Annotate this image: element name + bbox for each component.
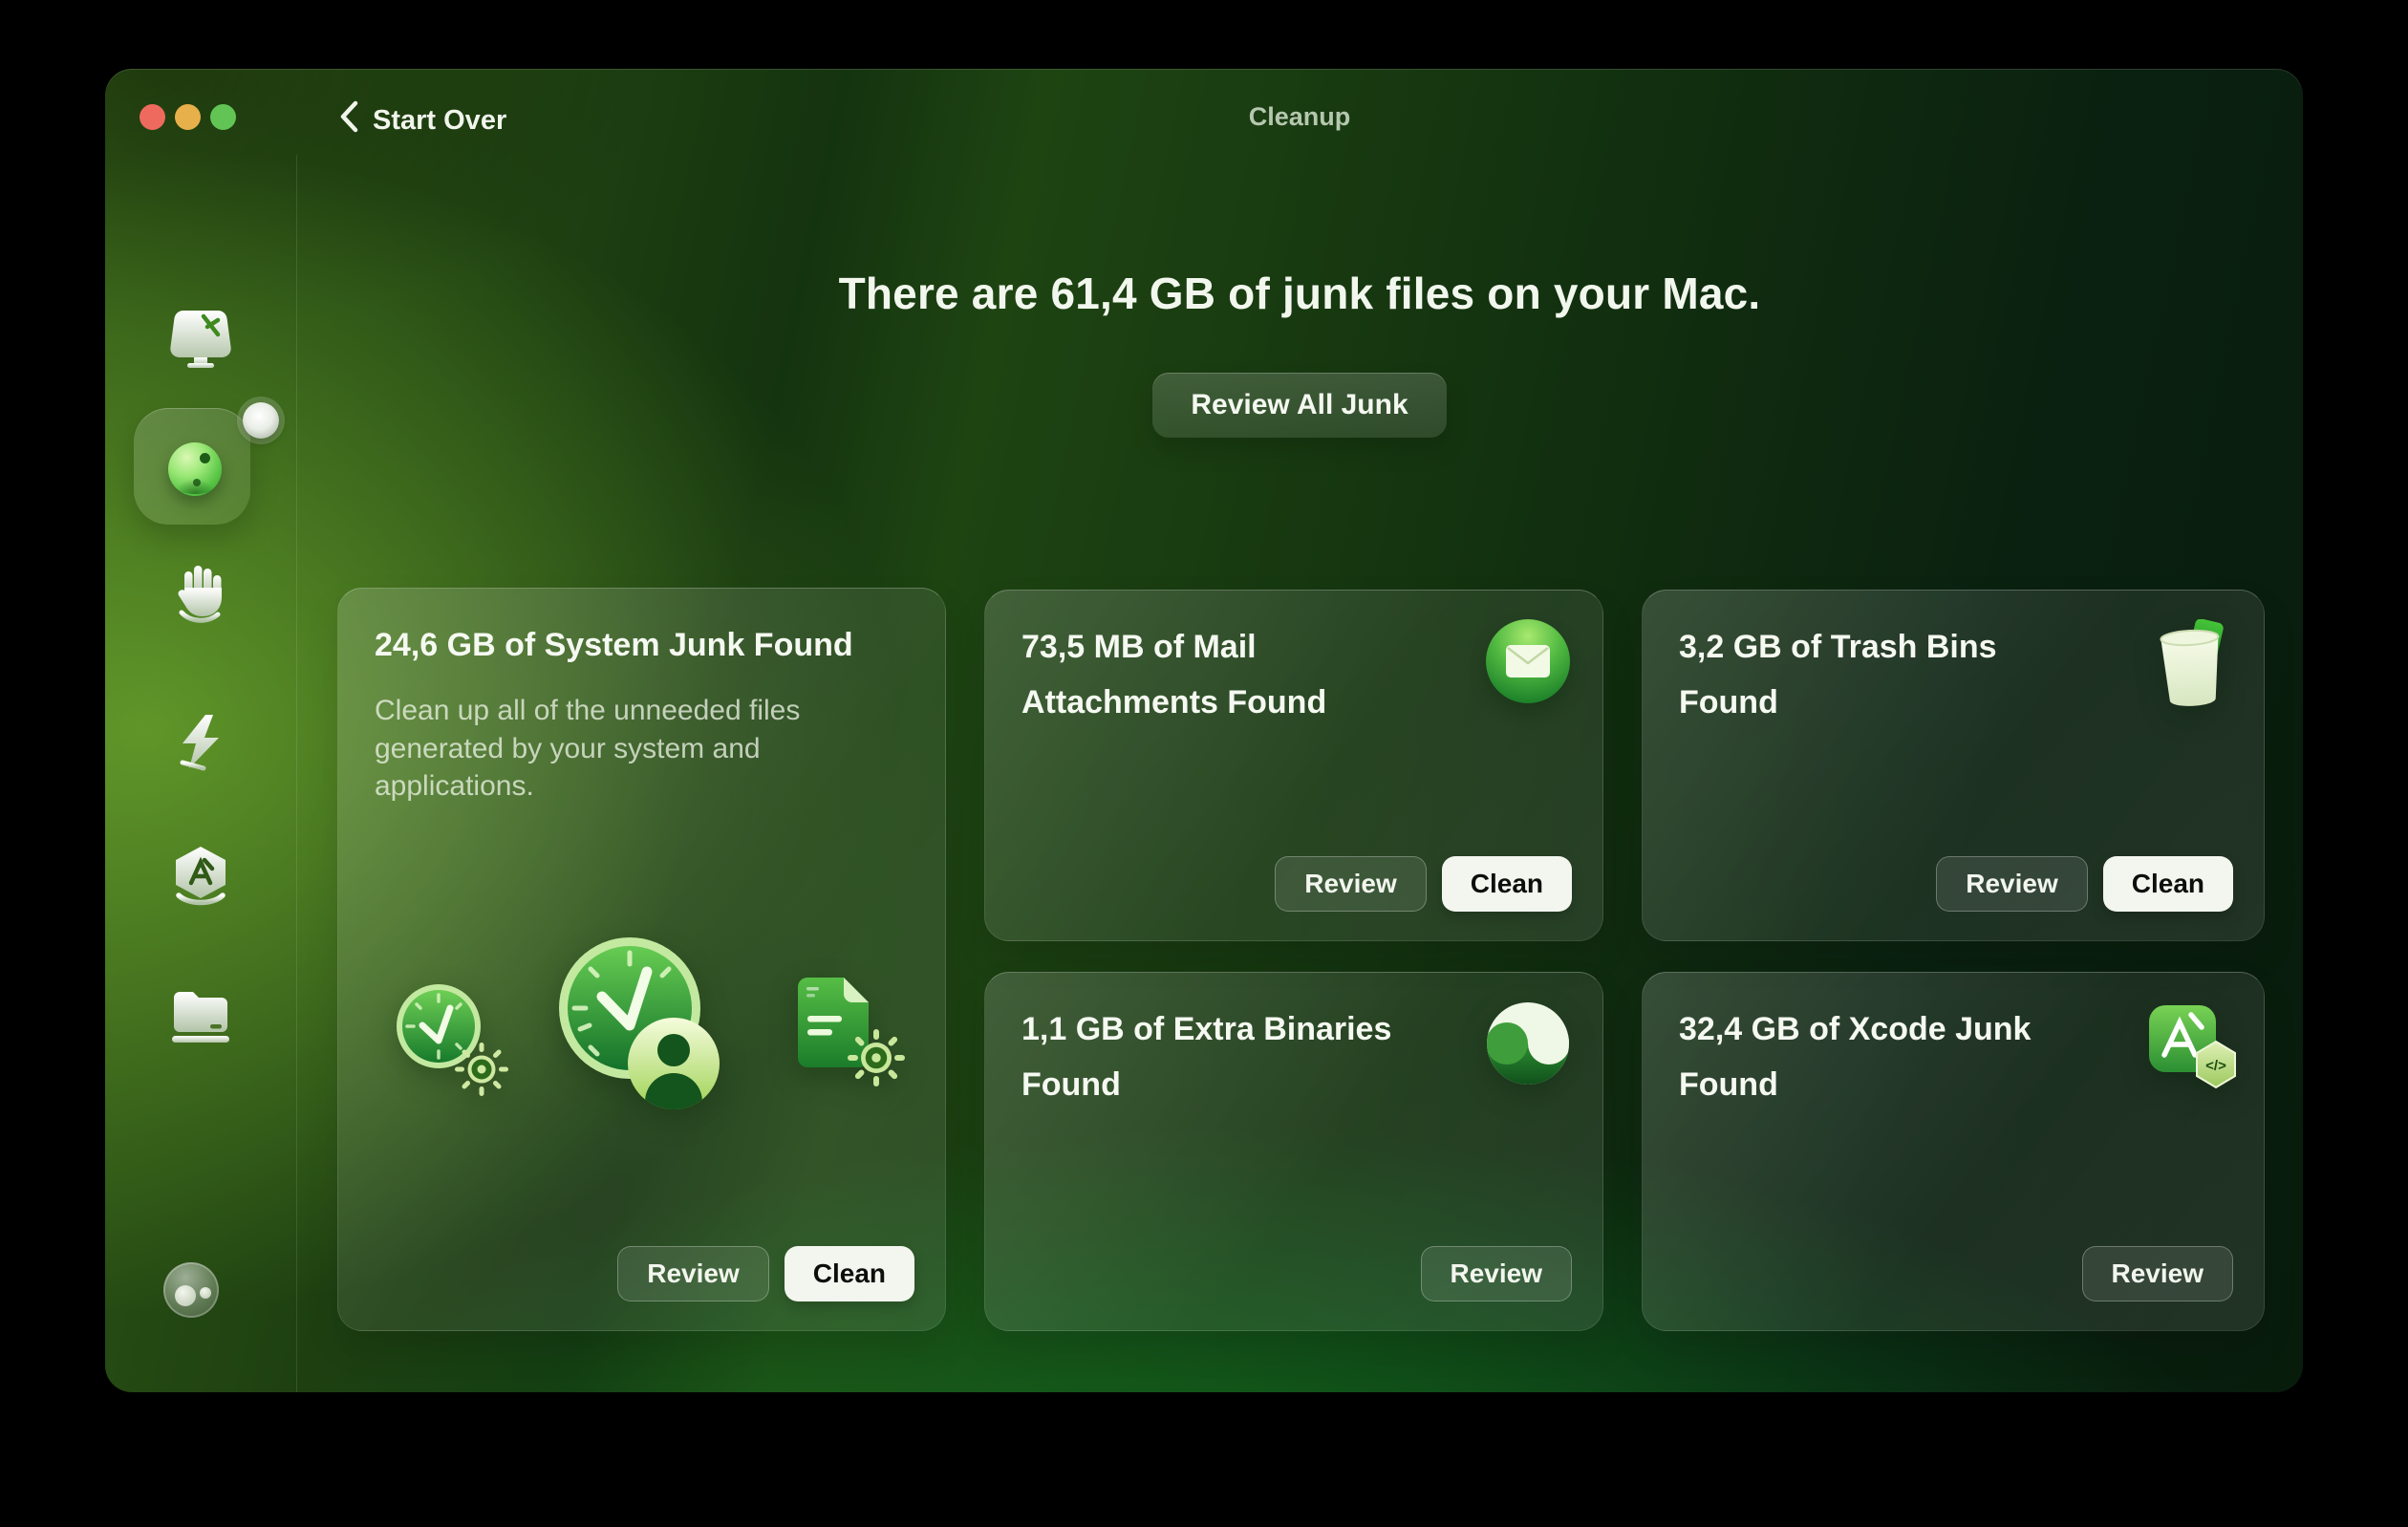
card-description: Clean up all of the unneeded files gener…	[375, 695, 801, 803]
document-gear-icon	[794, 976, 913, 1099]
review-button[interactable]: Review	[1420, 1246, 1572, 1301]
mail-icon	[1486, 619, 1570, 703]
card-title: 32,4 GB of Xcode Junk Found	[1679, 1011, 2032, 1104]
zoom-window-button[interactable]	[210, 104, 236, 130]
sidebar-item-smart-care[interactable]	[105, 309, 296, 373]
protection-hand-icon	[170, 563, 231, 631]
card-title: 24,6 GB of System Junk Found	[375, 627, 853, 663]
assistant-avatar[interactable]	[163, 1262, 219, 1318]
notification-dot	[243, 402, 279, 439]
trash-bin-icon	[2147, 618, 2231, 706]
sidebar-item-applications[interactable]	[105, 846, 296, 917]
review-button[interactable]: Review	[2081, 1246, 2233, 1301]
card-title: 3,2 GB of Trash Bins Found	[1679, 629, 1997, 721]
xcode-icon: </>	[2147, 1001, 2236, 1089]
smart-care-icon	[164, 309, 237, 373]
clean-button[interactable]: Clean	[1441, 856, 1572, 912]
app-window: Start Over Cleanup There are 61,4 GB of …	[105, 69, 2303, 1392]
cleanup-orb-icon	[168, 442, 222, 496]
review-all-junk-button[interactable]: Review All Junk	[1152, 373, 1447, 438]
review-button[interactable]: Review	[1936, 856, 2088, 912]
junk-summary-headline: There are 61,4 GB of junk files on your …	[838, 269, 1761, 318]
binaries-icon	[1486, 1001, 1570, 1086]
sidebar-item-protection[interactable]	[105, 563, 296, 631]
sidebar-item-files[interactable]	[105, 984, 296, 1050]
review-button[interactable]: Review	[1275, 856, 1427, 912]
close-window-button[interactable]	[140, 104, 165, 130]
svg-text:</>: </>	[2205, 1058, 2226, 1074]
card-title: 73,5 MB of Mail Attachments Found	[1021, 629, 1327, 721]
sidebar-item-cleanup[interactable]	[134, 402, 279, 525]
clock-user-icon	[559, 937, 721, 1116]
sidebar-item-performance[interactable]	[105, 713, 296, 779]
xcode-junk-card[interactable]: 32,4 GB of Xcode Junk Found </> Review	[1642, 972, 2265, 1331]
mail-attachments-card[interactable]: 73,5 MB of Mail Attachments Found Review…	[984, 590, 1603, 941]
trash-bins-card[interactable]: 3,2 GB of Trash Bins Found Review Clean	[1642, 590, 2265, 941]
applications-icon	[169, 846, 232, 917]
card-title: 1,1 GB of Extra Binaries Found	[1021, 1011, 1392, 1104]
minimize-window-button[interactable]	[175, 104, 201, 130]
system-junk-card[interactable]: 24,6 GB of System Junk Found Clean up al…	[337, 588, 946, 1331]
extra-binaries-card[interactable]: 1,1 GB of Extra Binaries Found Review	[984, 972, 1603, 1331]
review-button[interactable]: Review	[617, 1246, 769, 1301]
clock-gear-icon	[396, 983, 539, 1131]
clean-button[interactable]: Clean	[2102, 856, 2233, 912]
files-folder-icon	[170, 984, 231, 1050]
page-title: Cleanup	[1248, 102, 1351, 131]
clean-button[interactable]: Clean	[784, 1246, 914, 1301]
performance-lightning-icon	[173, 713, 228, 779]
system-junk-illustration	[338, 937, 945, 1129]
